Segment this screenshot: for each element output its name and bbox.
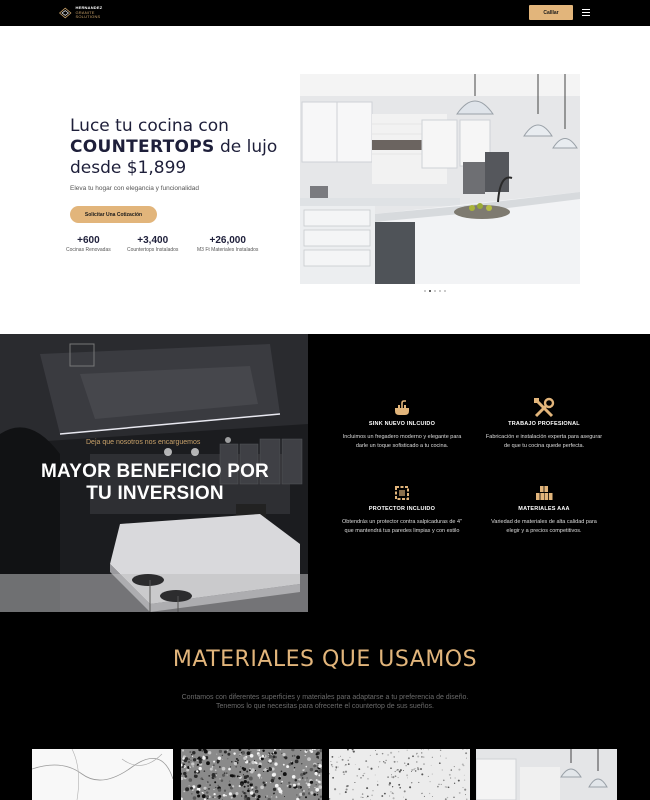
materials-title: MATERIALES QUE USAMOS	[172, 647, 478, 672]
material-card-quartz[interactable]	[32, 749, 173, 800]
feature-materials: MATERIALES AAA Variedad de materiales de…	[484, 483, 604, 536]
hero-title: Luce tu cocina con COUNTERTOPS de lujo d…	[70, 116, 290, 179]
hero-title-line2: de lujo	[214, 137, 278, 157]
feature-desc: Fabricación e instalación experta para a…	[485, 434, 603, 449]
hero-subtitle: Eleva tu hogar con elegancia y funcional…	[70, 185, 200, 192]
request-quote-button[interactable]: Solicitar Una Cotización	[70, 206, 157, 223]
hero-title-line1: Luce tu cocina con	[70, 116, 229, 136]
slider-dot[interactable]	[439, 290, 441, 292]
slider-dot[interactable]	[444, 290, 446, 292]
materials-subtitle-line2: Tenemos lo que necesitas para ofrecerte …	[216, 703, 434, 710]
stat-countertops: +3,400 Countertops Instalados	[127, 235, 178, 253]
stat-number: +26,000	[209, 235, 246, 246]
tools-icon	[484, 397, 604, 418]
top-navbar: HERNANDEZ GRANITE SOLUTIONS Calllar	[0, 0, 650, 26]
feature-desc: Obtendrás un protector contra salpicadur…	[342, 519, 462, 534]
sink-icon	[342, 398, 462, 418]
materials-subtitle: Contamos con diferentes superficies y ma…	[0, 693, 650, 711]
slider-dot[interactable]	[424, 290, 426, 292]
logo-tagline: GRANITE SOLUTIONS	[75, 9, 101, 20]
logo-text: HERNANDEZ GRANITE SOLUTIONS	[75, 6, 112, 20]
stat-kitchens: +600 Cocinas Renovadas	[66, 235, 111, 253]
feature-sink: SINK NUEVO INLCUIDO Incluimos un fregade…	[342, 398, 462, 451]
feature-title: TRABAJO PROFESIONAL	[508, 421, 580, 427]
stat-number: +3,400	[137, 235, 169, 246]
stat-label: Cocinas Renovadas	[66, 247, 111, 253]
hero-kitchen-image	[300, 74, 580, 284]
material-card-speckled[interactable]	[329, 749, 470, 800]
feature-desc: Incluimos un fregadero moderno y elegant…	[342, 434, 462, 449]
hamburger-menu-icon[interactable]	[582, 9, 590, 16]
call-button[interactable]: Calllar	[529, 5, 573, 20]
logo-mark-icon	[58, 7, 72, 19]
stat-label: M3 Ft Materiales Instalados	[197, 247, 259, 253]
feature-professional: TRABAJO PROFESIONAL Fabricación e instal…	[484, 397, 604, 451]
benefits-section: Deja que nosotros nos encarguemos MAYOR …	[0, 334, 650, 612]
feature-title: MATERIALES AAA	[518, 506, 570, 512]
feature-desc: Variedad de materiales de alta calidad p…	[491, 519, 597, 534]
hero-title-highlight: COUNTERTOPS	[70, 137, 215, 157]
boxes-icon	[484, 483, 604, 503]
slider-dot-active[interactable]	[429, 290, 431, 292]
feature-protector: PROTECTOR INCLUIDO Obtendrás un protecto…	[342, 483, 462, 536]
hero-title-price: desde $1,899	[70, 158, 187, 178]
feature-title: SINK NUEVO INLCUIDO	[368, 421, 436, 427]
protector-icon	[342, 483, 462, 503]
material-card-kitchen[interactable]	[476, 749, 617, 800]
stat-label: Countertops Instalados	[127, 247, 179, 253]
materials-subtitle-line1: Contamos con diferentes superficies y ma…	[181, 694, 469, 701]
stat-number: +600	[77, 235, 100, 246]
benefit-title: MAYOR BENEFICIO POR TU INVERSION	[41, 461, 269, 504]
logo[interactable]: HERNANDEZ GRANITE SOLUTIONS	[58, 4, 112, 22]
stat-materials: +26,000 M3 Ft Materiales Instalados	[197, 235, 258, 253]
material-card-granite[interactable]	[181, 749, 322, 800]
hero-section: Luce tu cocina con COUNTERTOPS de lujo d…	[0, 26, 650, 334]
feature-title: PROTECTOR INCLUIDO	[368, 506, 436, 512]
materials-section: MATERIALES QUE USAMOS Contamos con difer…	[0, 612, 650, 800]
benefit-kicker: Deja que nosotros nos encarguemos	[86, 439, 201, 446]
slider-dot[interactable]	[434, 290, 436, 292]
slider-dots	[424, 290, 446, 292]
